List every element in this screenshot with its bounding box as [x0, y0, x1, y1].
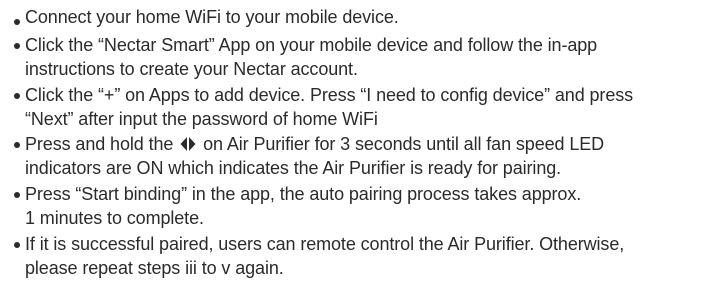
step-text: If it is successful paired, users can re… [25, 234, 625, 254]
step-text: Press “Start binding” in the app, the au… [25, 184, 582, 204]
diamond-arrows-icon [180, 137, 196, 151]
step-text: Connect your home WiFi to your mobile de… [25, 7, 399, 27]
step-text: Click the “Nectar Smart” App on your mob… [25, 35, 598, 55]
bullet [14, 242, 20, 248]
bullet [14, 192, 20, 198]
step-text: Press and hold the on Air Purifier for 3… [25, 133, 604, 155]
bullet [14, 43, 20, 49]
step-text-before-icon: Press and hold the [25, 134, 174, 154]
step-text: “Next” after input the password of home … [25, 109, 378, 129]
bullet [14, 93, 20, 99]
step-text: Click the “+” on Apps to add device. Pre… [25, 85, 634, 105]
step-text: instructions to create your Nectar accou… [25, 59, 358, 79]
step-text: indicators are ON which indicates the Ai… [25, 158, 562, 178]
instruction-list: Connect your home WiFi to your mobile de… [0, 0, 723, 284]
step-text: 1 minutes to complete. [25, 208, 204, 228]
step-text-after-icon: on Air Purifier for 3 seconds until all … [203, 134, 605, 154]
bullet [14, 19, 20, 25]
step-text: please repeat steps iii to v again. [25, 258, 284, 278]
bullet [14, 142, 20, 148]
